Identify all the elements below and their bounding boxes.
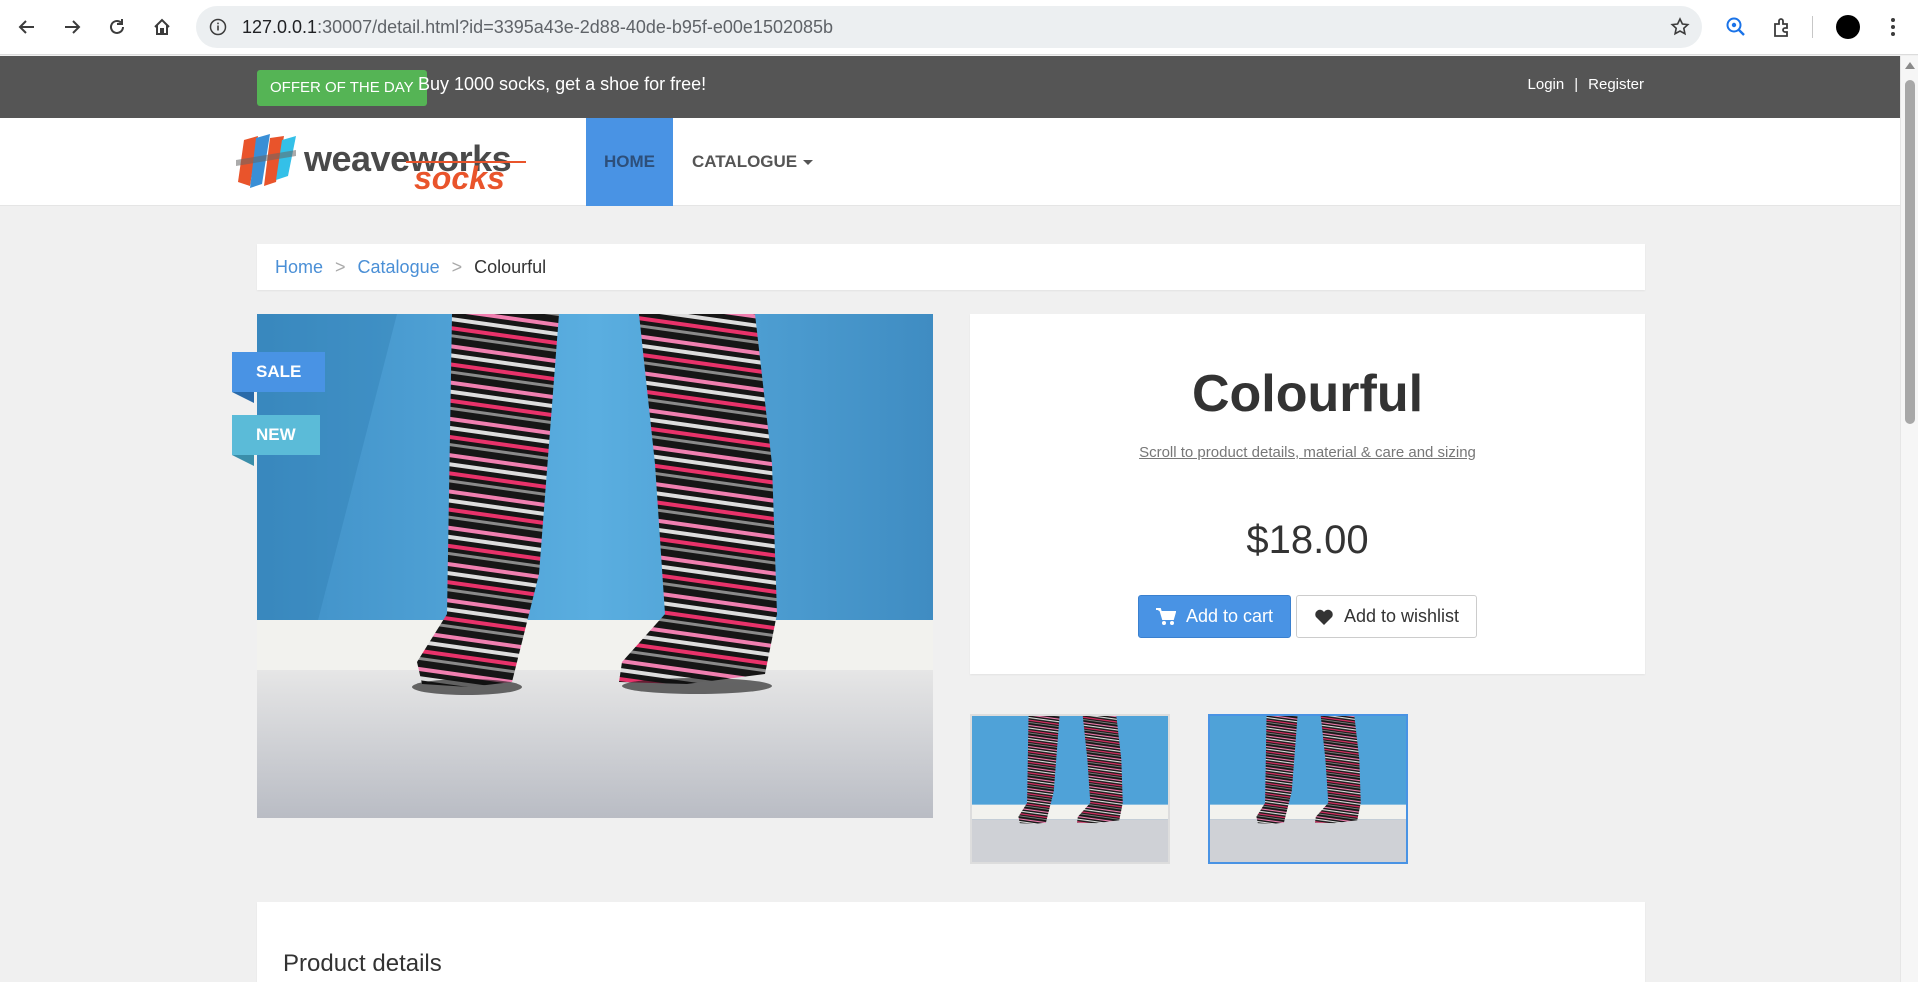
offer-text: Buy 1000 socks, get a shoe for free! xyxy=(418,74,707,94)
toolbar-divider xyxy=(1812,16,1813,38)
lens-search-icon[interactable] xyxy=(1719,10,1753,44)
offer-bar: OFFER OF THE DAY Buy 1000 socks, get a s… xyxy=(0,56,1900,118)
weaveworks-socks-logo[interactable]: weaveworks socks xyxy=(236,128,536,196)
shopping-cart-icon xyxy=(1155,607,1176,625)
nav-catalogue-dropdown[interactable]: CATALOGUE xyxy=(692,118,814,206)
home-icon[interactable] xyxy=(145,10,179,44)
login-link[interactable]: Login xyxy=(1528,76,1565,93)
profile-avatar-icon[interactable] xyxy=(1831,10,1865,44)
product-details-heading: Product details xyxy=(283,950,442,977)
breadcrumb: Home > Catalogue > Colourful xyxy=(257,244,1645,290)
browser-toolbar: 127.0.0.1:30007/detail.html?id=3395a43e-… xyxy=(0,0,1918,55)
breadcrumb-home[interactable]: Home xyxy=(275,257,323,278)
scrollbar-thumb[interactable] xyxy=(1905,80,1915,424)
logo-mark-icon xyxy=(236,134,296,188)
new-ribbon: NEW xyxy=(232,415,320,466)
url-path: :30007/detail.html?id=3395a43e-2d88-40de… xyxy=(317,17,834,37)
sale-ribbon: SALE xyxy=(232,352,326,403)
add-to-wishlist-label: Add to wishlist xyxy=(1343,606,1460,626)
product-title: Colourful xyxy=(1191,365,1424,423)
product-details-section: Product details xyxy=(257,902,1645,982)
product-thumbnail-selected[interactable] xyxy=(1208,714,1408,864)
scroll-to-details-link[interactable]: Scroll to product details, material & ca… xyxy=(970,444,1645,461)
scroll-up-arrow-icon[interactable] xyxy=(1905,62,1915,69)
logo-socks-text: socks xyxy=(414,160,505,196)
nav-catalogue-label: CATALOGUE xyxy=(692,152,798,171)
add-to-cart-button[interactable]: Add to cart xyxy=(1138,595,1291,638)
reload-icon[interactable] xyxy=(100,10,134,44)
bookmark-star-icon[interactable] xyxy=(1668,15,1692,39)
url-host: 127.0.0.1 xyxy=(242,17,318,37)
auth-links: Login | Register xyxy=(1528,76,1644,93)
product-main-image xyxy=(257,314,933,818)
heart-icon xyxy=(1315,609,1333,625)
url-text: 127.0.0.1:30007/detail.html?id=3395a43e-… xyxy=(242,17,833,38)
browser-menu-icon[interactable] xyxy=(1876,10,1910,44)
site-info-icon[interactable] xyxy=(206,15,230,39)
breadcrumb-separator: > xyxy=(335,256,346,277)
main-navbar: weaveworks socks HOME CATALOGUE xyxy=(0,118,1900,206)
forward-icon[interactable] xyxy=(55,10,89,44)
breadcrumb-catalogue[interactable]: Catalogue xyxy=(358,257,440,278)
caret-down-icon xyxy=(803,159,814,165)
product-thumbnail[interactable] xyxy=(970,714,1170,864)
page-scrollbar[interactable] xyxy=(1900,56,1918,982)
add-to-cart-label: Add to cart xyxy=(1185,606,1274,626)
address-bar[interactable]: 127.0.0.1:30007/detail.html?id=3395a43e-… xyxy=(196,6,1702,48)
offer-badge[interactable]: OFFER OF THE DAY xyxy=(257,70,427,106)
nav-home[interactable]: HOME xyxy=(586,118,673,206)
logo-weave-text: weave xyxy=(304,138,410,179)
breadcrumb-current: Colourful xyxy=(474,256,547,277)
product-info-panel: Colourful Scroll to product details, mat… xyxy=(970,314,1645,674)
add-to-wishlist-button[interactable]: Add to wishlist xyxy=(1296,595,1477,638)
breadcrumb-separator: > xyxy=(451,256,463,277)
register-link[interactable]: Register xyxy=(1588,76,1644,93)
product-price: $18.00 xyxy=(1246,518,1369,562)
auth-separator: | xyxy=(1574,76,1579,93)
extensions-icon[interactable] xyxy=(1765,10,1799,44)
back-icon[interactable] xyxy=(10,10,44,44)
